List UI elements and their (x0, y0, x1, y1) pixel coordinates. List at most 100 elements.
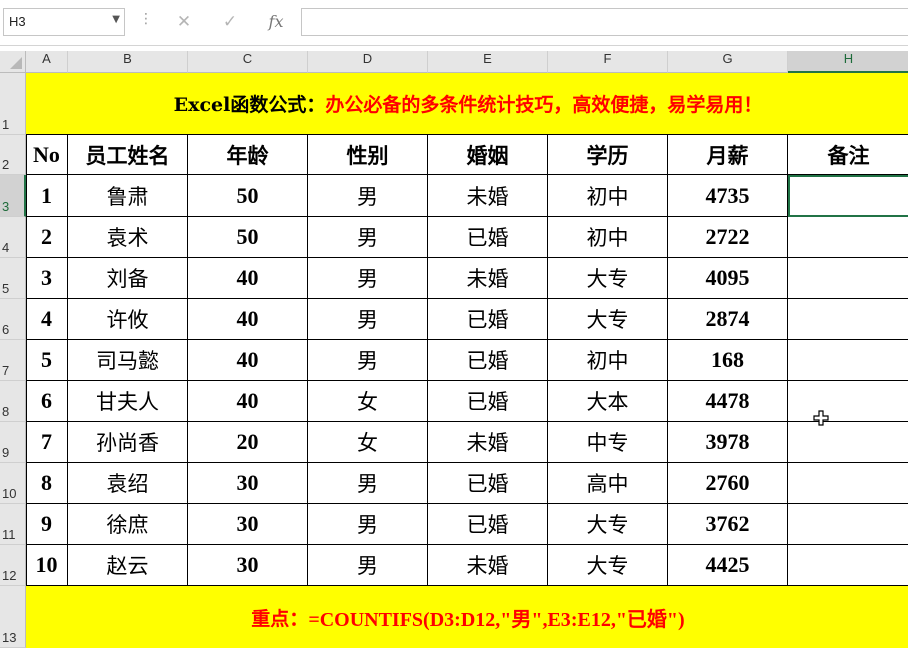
table-cell[interactable]: 2 (26, 217, 68, 258)
table-header-cell[interactable]: 婚姻 (428, 135, 548, 175)
column-header-b[interactable]: B (68, 51, 188, 73)
table-cell[interactable]: 4 (26, 299, 68, 340)
select-all-button[interactable] (0, 51, 26, 73)
table-header-cell[interactable]: 性别 (308, 135, 428, 175)
close-icon[interactable]: ✕ (167, 9, 201, 35)
table-cell[interactable]: 4425 (668, 545, 788, 586)
formula-input[interactable] (301, 8, 908, 36)
table-cell[interactable]: 3978 (668, 422, 788, 463)
column-header-g[interactable]: G (668, 51, 788, 73)
title-banner[interactable]: Excel函数公式： 办公必备的多条件统计技巧，高效便捷，易学易用！ (26, 73, 908, 135)
table-cell[interactable]: 40 (188, 381, 308, 422)
table-cell[interactable]: 7 (26, 422, 68, 463)
table-cell[interactable]: 大专 (548, 299, 668, 340)
column-header-f[interactable]: F (548, 51, 668, 73)
table-cell[interactable]: 初中 (548, 217, 668, 258)
table-header-cell[interactable]: 学历 (548, 135, 668, 175)
table-header-cell[interactable]: 员工姓名 (68, 135, 188, 175)
table-cell[interactable]: 4735 (668, 175, 788, 217)
name-box[interactable]: H3 ▼ (3, 8, 125, 36)
column-header-c[interactable]: C (188, 51, 308, 73)
table-cell[interactable]: 2874 (668, 299, 788, 340)
table-cell[interactable]: 4478 (668, 381, 788, 422)
table-cell[interactable]: 40 (188, 258, 308, 299)
table-cell[interactable]: 未婚 (428, 175, 548, 217)
table-cell[interactable]: 赵云 (68, 545, 188, 586)
table-cell[interactable]: 4095 (668, 258, 788, 299)
table-cell[interactable]: 袁术 (68, 217, 188, 258)
row-header-12[interactable]: 12 (0, 545, 26, 586)
table-cell[interactable]: 大专 (548, 258, 668, 299)
table-cell[interactable]: 2722 (668, 217, 788, 258)
note-cell[interactable] (788, 340, 908, 381)
chevron-down-icon[interactable]: ▼ (112, 14, 120, 25)
table-cell[interactable]: 男 (308, 217, 428, 258)
table-header-cell[interactable]: No (26, 135, 68, 175)
column-header-e[interactable]: E (428, 51, 548, 73)
table-cell[interactable]: 40 (188, 340, 308, 381)
table-cell[interactable]: 30 (188, 463, 308, 504)
table-cell[interactable]: 大专 (548, 545, 668, 586)
table-cell[interactable]: 司马懿 (68, 340, 188, 381)
table-cell[interactable]: 9 (26, 504, 68, 545)
row-header-10[interactable]: 10 (0, 463, 26, 504)
table-cell[interactable]: 男 (308, 175, 428, 217)
table-header-cell[interactable]: 备注 (788, 135, 908, 175)
table-cell[interactable]: 男 (308, 258, 428, 299)
check-icon[interactable]: ✓ (213, 9, 247, 35)
row-header-3[interactable]: 3 (0, 175, 26, 217)
table-cell[interactable]: 男 (308, 463, 428, 504)
formula-banner[interactable]: 重点： =COUNTIFS(D3:D12,"男",E3:E12,"已婚") (26, 586, 908, 648)
table-cell[interactable]: 男 (308, 340, 428, 381)
column-header-a[interactable]: A (26, 51, 68, 73)
table-cell[interactable]: 袁绍 (68, 463, 188, 504)
table-cell[interactable]: 未婚 (428, 422, 548, 463)
row-header-5[interactable]: 5 (0, 258, 26, 299)
table-cell[interactable]: 3762 (668, 504, 788, 545)
table-header-cell[interactable]: 月薪 (668, 135, 788, 175)
table-cell[interactable]: 甘夫人 (68, 381, 188, 422)
table-cell[interactable]: 徐庶 (68, 504, 188, 545)
table-cell[interactable]: 2760 (668, 463, 788, 504)
table-cell[interactable]: 已婚 (428, 463, 548, 504)
table-cell[interactable]: 男 (308, 299, 428, 340)
table-cell[interactable]: 未婚 (428, 258, 548, 299)
row-header-6[interactable]: 6 (0, 299, 26, 340)
table-cell[interactable]: 30 (188, 545, 308, 586)
table-cell[interactable]: 20 (188, 422, 308, 463)
table-cell[interactable]: 已婚 (428, 299, 548, 340)
table-cell[interactable]: 许攸 (68, 299, 188, 340)
row-header-7[interactable]: 7 (0, 340, 26, 381)
table-cell[interactable]: 男 (308, 504, 428, 545)
table-header-cell[interactable]: 年龄 (188, 135, 308, 175)
column-header-d[interactable]: D (308, 51, 428, 73)
table-cell[interactable]: 中专 (548, 422, 668, 463)
note-cell[interactable] (788, 299, 908, 340)
table-cell[interactable]: 6 (26, 381, 68, 422)
table-cell[interactable]: 大本 (548, 381, 668, 422)
note-cell[interactable] (788, 175, 908, 217)
table-cell[interactable]: 刘备 (68, 258, 188, 299)
row-header-1[interactable]: 1 (0, 73, 26, 135)
table-cell[interactable]: 5 (26, 340, 68, 381)
table-cell[interactable]: 孙尚香 (68, 422, 188, 463)
table-cell[interactable]: 高中 (548, 463, 668, 504)
table-cell[interactable]: 女 (308, 381, 428, 422)
table-cell[interactable]: 3 (26, 258, 68, 299)
row-header-9[interactable]: 9 (0, 422, 26, 463)
note-cell[interactable] (788, 422, 908, 463)
drag-handle-icon[interactable]: ⋮ (139, 11, 153, 27)
table-cell[interactable]: 初中 (548, 340, 668, 381)
table-cell[interactable]: 大专 (548, 504, 668, 545)
column-header-h[interactable]: H (788, 51, 908, 73)
table-cell[interactable]: 已婚 (428, 381, 548, 422)
row-header-8[interactable]: 8 (0, 381, 26, 422)
table-cell[interactable]: 鲁肃 (68, 175, 188, 217)
table-cell[interactable]: 未婚 (428, 545, 548, 586)
table-cell[interactable]: 168 (668, 340, 788, 381)
table-cell[interactable]: 30 (188, 504, 308, 545)
table-cell[interactable]: 8 (26, 463, 68, 504)
table-cell[interactable]: 50 (188, 217, 308, 258)
table-cell[interactable]: 男 (308, 545, 428, 586)
row-header-2[interactable]: 2 (0, 135, 26, 175)
